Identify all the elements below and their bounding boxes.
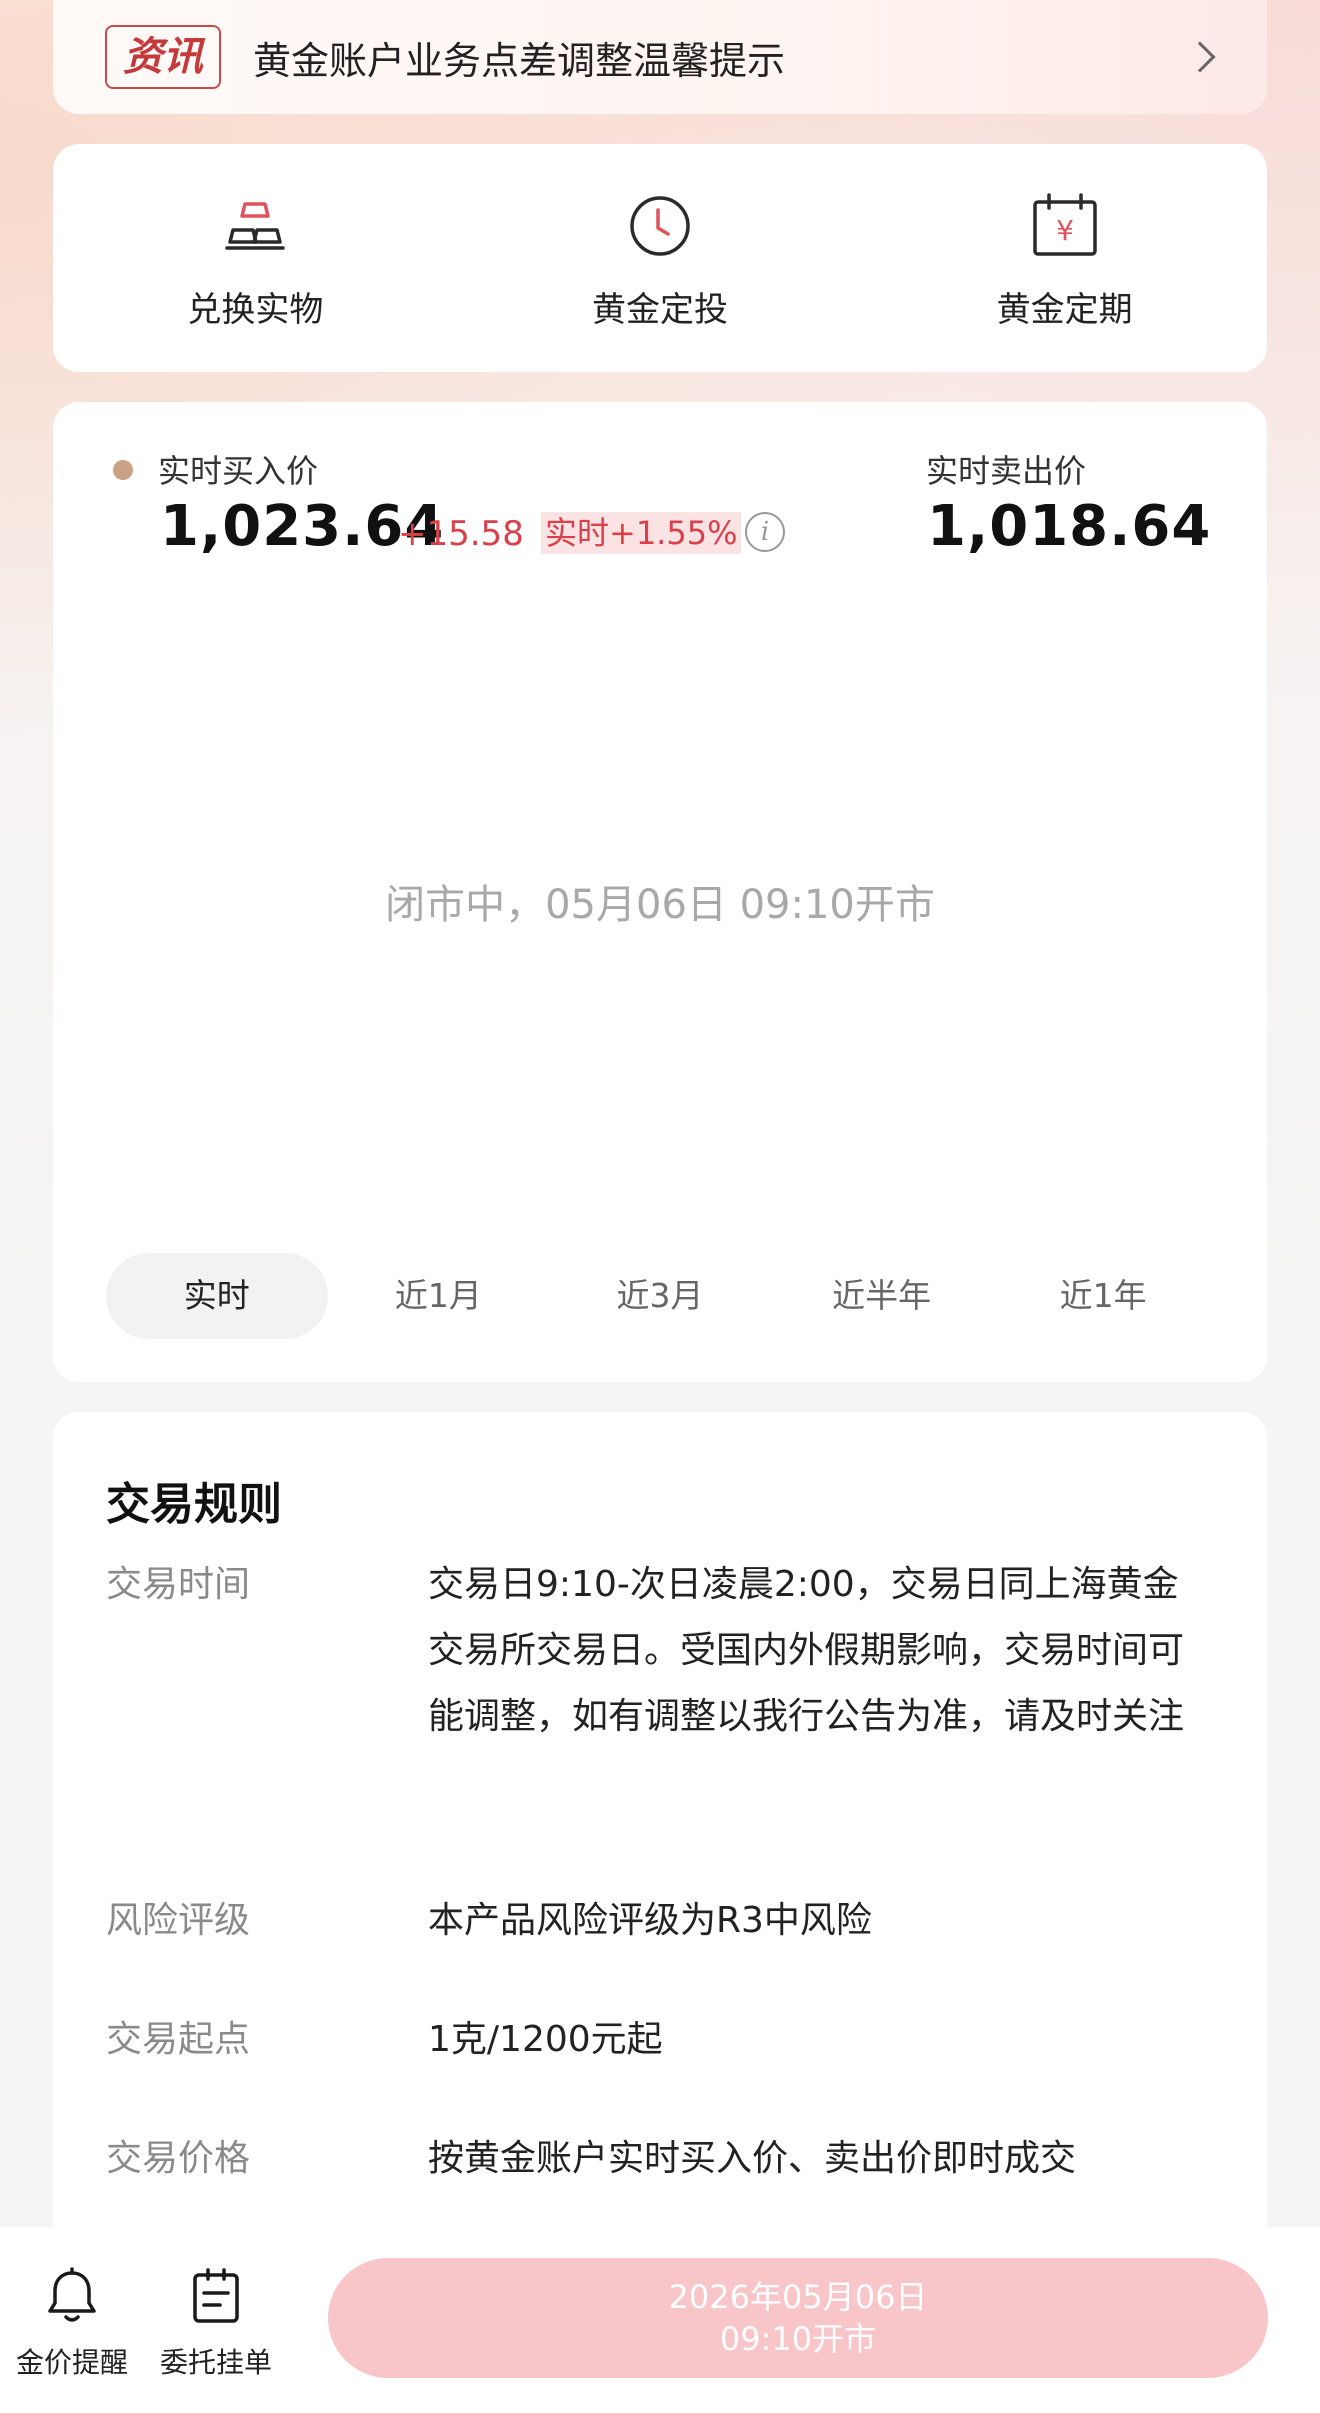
- rule-row-price: 交易价格 按黄金账户实时买入价、卖出价即时成交: [106, 2126, 1236, 2192]
- action-gold-investment-plan[interactable]: 黄金定投: [458, 144, 863, 372]
- market-closed-message: 闭市中，05月06日 09:10开市: [385, 882, 935, 928]
- tab-half-year[interactable]: 近半年: [771, 1253, 993, 1339]
- rule-value: 本产品风险评级为R3中风险: [428, 1900, 872, 1941]
- cta-date: 2026年05月06日: [668, 2278, 928, 2316]
- buy-indicator-dot: [113, 460, 133, 480]
- rule-row-minimum: 交易起点 1克/1200元起: [106, 2007, 1236, 2073]
- rule-value: 按黄金账户实时买入价、卖出价即时成交: [428, 2138, 1077, 2179]
- rule-key: 交易时间: [106, 1564, 251, 1605]
- rule-row-risk-rating: 风险评级 本产品风险评级为R3中风险: [106, 1888, 1236, 1954]
- quick-actions: 兑换实物 黄金定投 ¥ 黄金定期: [53, 144, 1267, 372]
- pending-orders-button[interactable]: 委托挂单: [146, 2267, 286, 2381]
- price-alert-button[interactable]: 金价提醒: [2, 2267, 142, 2381]
- tab-1-month[interactable]: 近1月: [328, 1253, 550, 1339]
- rule-key: 交易价格: [106, 2138, 251, 2179]
- rule-value: 交易日9:10-次日凌晨2:00，交易日同上海黄金交易所交易日。受国内外假期影响…: [428, 1564, 1185, 1737]
- market-open-button[interactable]: 2026年05月06日 09:10开市: [328, 2258, 1268, 2378]
- bell-icon: [48, 2267, 96, 2322]
- news-banner[interactable]: 资讯 黄金账户业务点差调整温馨提示: [53, 0, 1267, 114]
- calendar-yen-icon: ¥: [1032, 193, 1097, 256]
- time-range-tabs: 实时 近1月 近3月 近半年 近1年: [106, 1253, 1214, 1339]
- action-label: 兑换实物: [187, 290, 324, 330]
- price-card: 实时买入价 1,023.64 +15.58 实时+1.55% i 实时卖出价 1…: [53, 402, 1267, 1382]
- cta-time: 09:10开市: [719, 2320, 877, 2358]
- info-icon[interactable]: i: [745, 512, 785, 552]
- price-change: +15.58: [398, 514, 524, 554]
- action-label: 黄金定投: [592, 290, 728, 330]
- news-headline[interactable]: 黄金账户业务点差调整温馨提示: [253, 30, 1189, 85]
- pending-orders-label: 委托挂单: [159, 2346, 272, 2379]
- action-redeem-physical[interactable]: 兑换实物: [53, 144, 458, 372]
- gold-bars-icon: [225, 202, 286, 250]
- action-gold-fixed-term[interactable]: ¥ 黄金定期: [862, 144, 1267, 372]
- rule-row-trading-hours: 交易时间 交易日9:10-次日凌晨2:00，交易日同上海黄金交易所交易日。受国内…: [106, 1552, 1236, 1750]
- rule-value: 1克/1200元起: [428, 2019, 663, 2060]
- bottom-action-bar: 金价提醒 委托挂单 2026年05月06日 09:10开市: [0, 2227, 1320, 2413]
- chevron-right-icon: [1184, 41, 1216, 73]
- price-alert-label: 金价提醒: [15, 2346, 128, 2379]
- news-tag: 资讯: [105, 25, 221, 89]
- clipboard-list-icon: [193, 2268, 239, 2323]
- tab-1-year[interactable]: 近1年: [992, 1253, 1214, 1339]
- clock-icon: [630, 196, 690, 256]
- section-title: 交易规则: [106, 1479, 282, 1530]
- tab-realtime[interactable]: 实时: [106, 1253, 328, 1339]
- tab-3-months[interactable]: 近3月: [549, 1253, 771, 1339]
- action-label: 黄金定期: [996, 290, 1133, 330]
- rule-key: 交易起点: [106, 2019, 251, 2060]
- sell-price-value: 1,018.64: [927, 494, 1212, 559]
- svg-text:¥: ¥: [1056, 214, 1074, 247]
- buy-price-label: 实时买入价: [158, 452, 319, 490]
- sell-price-label: 实时卖出价: [926, 452, 1087, 490]
- realtime-change-badge: 实时+1.55%: [541, 512, 742, 554]
- rule-key: 风险评级: [106, 1900, 251, 1941]
